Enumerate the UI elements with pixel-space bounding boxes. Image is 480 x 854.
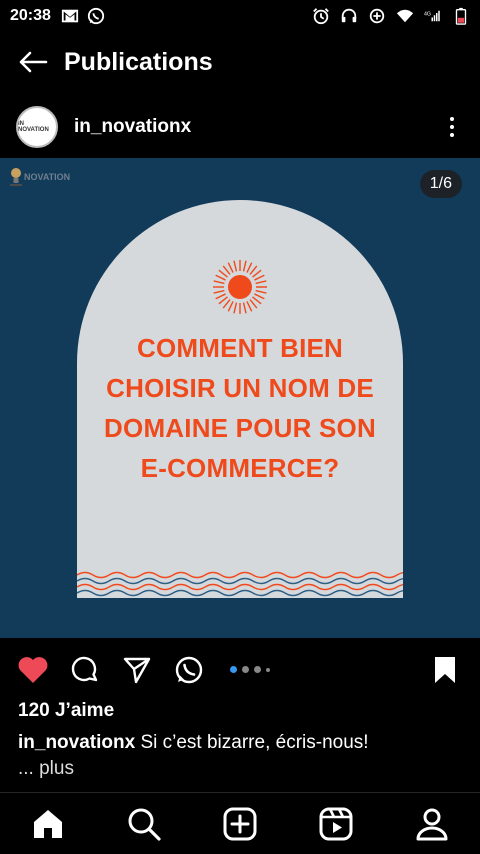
sun-ray: [254, 293, 265, 300]
sun-ray: [242, 302, 247, 314]
headline-line: DOMAINE POUR SON: [104, 413, 376, 443]
like-button[interactable]: [16, 653, 50, 687]
heart-icon: [18, 657, 48, 683]
network-type-label: 4G: [424, 11, 431, 17]
caption-text: Si c’est bizarre, écris-nous!: [140, 732, 369, 753]
post-actions: [0, 648, 480, 692]
more-dot-icon: [450, 117, 454, 121]
sun-ray: [215, 274, 226, 281]
whatsapp-icon: [87, 7, 105, 25]
wifi-icon: [396, 9, 414, 23]
top-bar: Publications: [0, 36, 480, 88]
headset-icon: [341, 8, 357, 23]
gmail-icon: [61, 9, 79, 23]
page-title: Publications: [64, 47, 213, 76]
sun-ray: [218, 296, 228, 305]
post-header: IN NOVATION in_novationx: [0, 100, 480, 154]
sun-ray: [233, 260, 238, 272]
sun-ray: [255, 280, 267, 285]
nav-home[interactable]: [26, 802, 70, 846]
more-options-button[interactable]: [440, 112, 464, 142]
back-button[interactable]: [16, 45, 50, 79]
wave-pattern: [77, 571, 403, 597]
whatsapp-icon: [175, 656, 203, 684]
sun-ray: [252, 269, 262, 278]
sun-ray: [246, 301, 253, 312]
reels-icon: [319, 807, 353, 840]
sun-ray: [213, 289, 225, 294]
nav-reels[interactable]: [314, 802, 358, 846]
alarm-icon: [313, 8, 329, 25]
bottom-navigation: [0, 792, 480, 854]
headline-line: COMMENT BIEN: [136, 333, 344, 363]
whatsapp-share-button[interactable]: [172, 653, 206, 687]
sun-ray: [227, 301, 234, 312]
sun-ray: [233, 302, 238, 314]
search-icon: [128, 808, 161, 841]
nav-search[interactable]: [122, 802, 166, 846]
carousel-dot: [266, 667, 270, 672]
battery-icon: [455, 7, 467, 25]
sun-ray: [255, 289, 267, 294]
brand-watermark: NOVATION: [10, 166, 70, 188]
signal-icon: 4G: [424, 10, 440, 22]
carousel-dot: [230, 666, 237, 673]
sun-ray: [242, 260, 247, 272]
add-icon: [223, 807, 257, 840]
share-icon: [123, 657, 151, 684]
arrow-left-icon: [19, 51, 48, 73]
status-time: 20:38: [10, 7, 51, 24]
share-button[interactable]: [120, 653, 154, 687]
post-image[interactable]: NOVATION 1/6 COMMENT BIEN CHOISIR UN NOM…: [0, 158, 480, 638]
comment-icon: [71, 656, 98, 682]
sun-ray: [213, 280, 225, 285]
sun-icon: [213, 260, 267, 314]
home-icon: [34, 809, 62, 838]
nav-profile[interactable]: [410, 802, 454, 846]
more-dot-icon: [450, 133, 454, 137]
status-bar: 20:38 4G: [0, 0, 480, 32]
sun-ray: [252, 296, 262, 305]
carousel-dot: [242, 666, 249, 673]
sun-ray: [222, 265, 231, 275]
headline-line: CHOISIR UN NOM DE: [106, 373, 374, 403]
more-link[interactable]: ... plus: [18, 758, 74, 780]
nav-create[interactable]: [218, 802, 262, 846]
avatar[interactable]: IN NOVATION: [16, 106, 58, 148]
sun-ray: [227, 262, 234, 273]
sun-ray: [249, 265, 258, 275]
sun-ray: [215, 293, 226, 300]
comment-button[interactable]: [68, 653, 102, 687]
post-headline: COMMENT BIEN CHOISIR UN NOM DE DOMAINE P…: [77, 328, 403, 488]
sun-ray: [222, 299, 231, 309]
avatar-logo-text: IN NOVATION: [18, 121, 49, 133]
bookmark-icon[interactable]: [430, 654, 460, 686]
post-author-name[interactable]: in_novationx: [74, 116, 191, 138]
sun-ray: [249, 299, 258, 309]
like-count[interactable]: 120 J’aime: [18, 700, 114, 722]
caption-username[interactable]: in_novationx: [18, 732, 135, 753]
arch-card: COMMENT BIEN CHOISIR UN NOM DE DOMAINE P…: [77, 200, 403, 598]
data-saver-icon: [369, 8, 385, 24]
profile-icon: [416, 808, 448, 840]
lightbulb-icon: [10, 168, 22, 186]
sun-ray: [254, 274, 265, 281]
headline-line: E-COMMERCE?: [140, 453, 340, 483]
sun-ray: [218, 269, 228, 278]
carousel-dot: [254, 666, 261, 673]
brand-watermark-text: NOVATION: [24, 172, 71, 182]
carousel-indicator: [230, 666, 270, 673]
more-dot-icon: [450, 125, 454, 129]
post-caption: in_novationx Si c’est bizarre, écris-nou…: [18, 730, 468, 756]
sun-ray: [246, 262, 253, 273]
image-counter: 1/6: [419, 170, 462, 198]
